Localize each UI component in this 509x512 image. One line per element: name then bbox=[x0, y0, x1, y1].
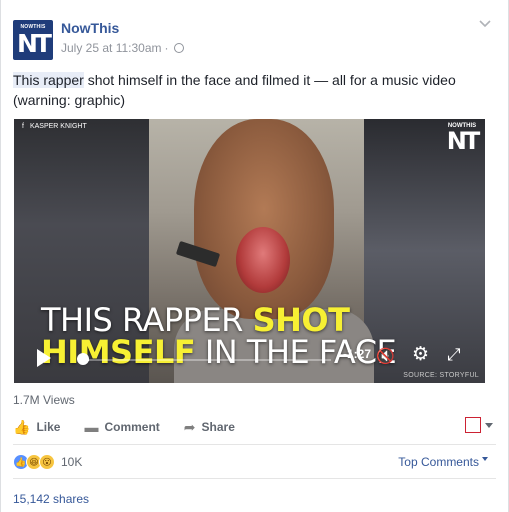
settings-gear-icon[interactable]: ⚙ bbox=[412, 345, 429, 365]
video-subject-mouth bbox=[236, 227, 290, 293]
meta-separator: · bbox=[164, 41, 169, 55]
video-brand-logo: NOWTHIS NT bbox=[445, 123, 480, 155]
chevron-down-icon[interactable] bbox=[478, 17, 492, 31]
video-source-label: SOURCE: STORYFUL bbox=[403, 372, 479, 379]
comment-sort-label: Top Comments bbox=[398, 455, 479, 469]
comment-icon: ▬ bbox=[84, 419, 99, 435]
reactions-count: 10K bbox=[61, 455, 83, 469]
divider bbox=[13, 444, 496, 445]
video-progress-bar[interactable] bbox=[81, 359, 331, 361]
video-scrubber-handle[interactable] bbox=[77, 353, 89, 365]
post-meta: July 25 at 11:30am · bbox=[61, 41, 184, 55]
view-count: 1.7M Views bbox=[13, 393, 75, 407]
comment-sort-dropdown[interactable]: Top Comments bbox=[398, 455, 488, 469]
comment-label: Comment bbox=[104, 420, 160, 434]
page-profile-thumbnail bbox=[465, 417, 481, 433]
fullscreen-icon[interactable]: ⤢ bbox=[447, 345, 461, 365]
post-text: This rapper shot himself in the face and… bbox=[13, 70, 493, 110]
video-time-remaining: -1:27 bbox=[343, 347, 372, 361]
page-avatar[interactable]: NOWTHIS NT bbox=[13, 20, 53, 60]
video-credit-label: KASPER KNIGHT bbox=[29, 123, 87, 130]
post-text-highlight: This rapper bbox=[13, 72, 84, 88]
share-button[interactable]: ➦ Share bbox=[184, 419, 235, 436]
thumbs-up-icon: 👍 bbox=[13, 418, 31, 435]
share-label: Share bbox=[201, 420, 235, 434]
avatar-logo-big: NT bbox=[17, 29, 52, 58]
post-timestamp[interactable]: July 25 at 11:30am bbox=[61, 41, 162, 55]
caption-line-2-yellow: HIMSELF bbox=[41, 333, 196, 371]
reaction-icons: 👍 😆 😮 bbox=[13, 454, 55, 470]
globe-icon bbox=[173, 43, 184, 53]
share-icon: ➦ bbox=[183, 418, 196, 435]
video-credit: f KASPER KNIGHT bbox=[22, 123, 87, 130]
mute-icon[interactable]: 🔇 bbox=[376, 347, 395, 365]
facebook-icon: f bbox=[22, 123, 24, 130]
caret-down-icon bbox=[485, 422, 493, 428]
post-card: NOWTHIS NT NowThis July 25 at 11:30am · … bbox=[0, 0, 509, 512]
caption-line-1: THIS RAPPER SHOT bbox=[41, 303, 350, 337]
like-label: Like bbox=[36, 420, 61, 434]
share-count-link[interactable]: 15,142 shares bbox=[13, 492, 89, 506]
video-player[interactable]: f KASPER KNIGHT NOWTHIS NT THIS RAPPER S… bbox=[14, 119, 485, 383]
reactions-summary[interactable]: 👍 😆 😮 10K bbox=[13, 454, 82, 470]
caret-down-icon bbox=[482, 457, 488, 461]
action-bar: 👍 Like ▬ Comment ➦ Share bbox=[13, 414, 493, 440]
page-name-link[interactable]: NowThis bbox=[61, 20, 119, 36]
wow-reaction-icon: 😮 bbox=[39, 454, 55, 470]
post-as-selector[interactable] bbox=[465, 417, 493, 433]
video-logo-big: NT bbox=[446, 127, 480, 155]
play-icon[interactable] bbox=[37, 349, 51, 367]
comment-button[interactable]: ▬ Comment bbox=[84, 419, 159, 435]
like-button[interactable]: 👍 Like bbox=[13, 419, 60, 436]
divider bbox=[13, 478, 496, 479]
